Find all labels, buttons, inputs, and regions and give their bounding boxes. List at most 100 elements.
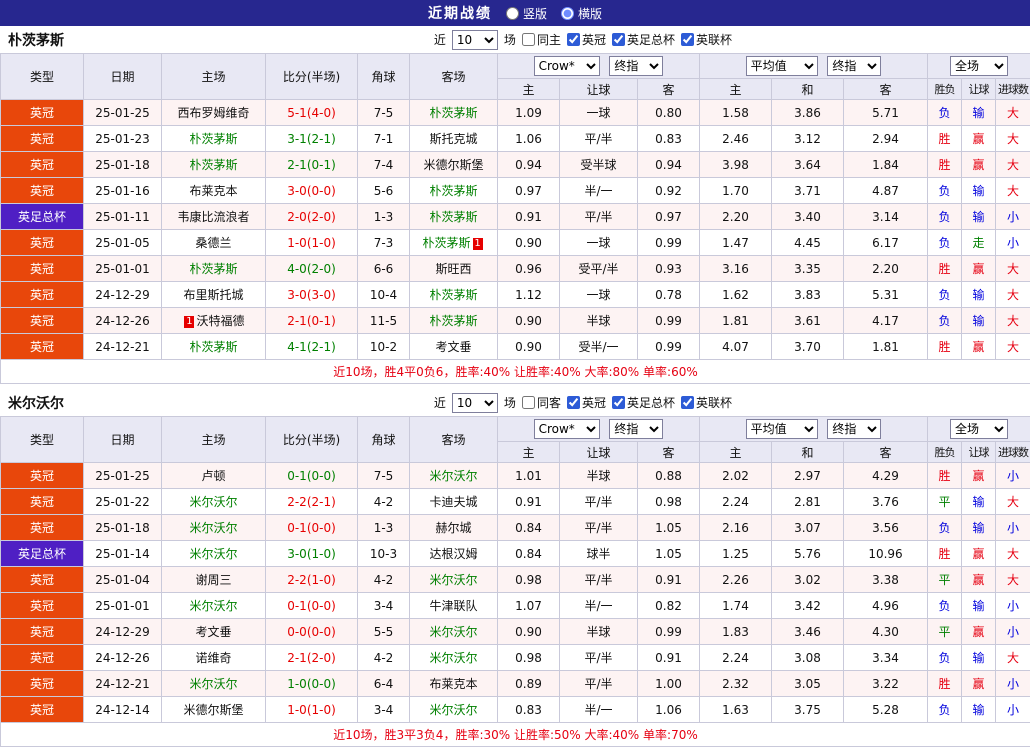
team-name-text: 米尔沃尔: [429, 703, 477, 717]
home-team-cell: 西布罗姆维奇: [162, 100, 266, 126]
comp-filter-facup[interactable]: 英足总杯: [612, 31, 675, 48]
result-wdl: 胜: [928, 126, 962, 152]
team-name-text: 米德尔斯堡: [183, 703, 243, 717]
match-date: 25-01-25: [84, 100, 162, 126]
handicap-odds-header: Crow* 终指: [498, 54, 700, 79]
comp-filter-eflcup[interactable]: 英联杯: [681, 394, 732, 411]
championship-checkbox[interactable]: [567, 33, 580, 46]
competition-type: 英冠: [1, 567, 84, 593]
vertical-layout-radio[interactable]: [506, 7, 519, 20]
results-body: 英冠25-01-25卢顿0-1(0-0)7-5米尔沃尔1.01半球0.882.0…: [1, 463, 1030, 723]
results-table: 类型 日期 主场 比分(半场) 角球 客场 Crow* 终指 平均值 终指: [0, 416, 1030, 747]
average-stage-select[interactable]: 终指: [827, 56, 881, 76]
comp-filter-facup[interactable]: 英足总杯: [612, 394, 675, 411]
match-row: 英冠25-01-18朴茨茅斯2-1(0-1)7-4米德尔斯堡0.94受半球0.9…: [1, 152, 1030, 178]
col-header-away: 客场: [410, 417, 498, 463]
result-goals: 小: [996, 619, 1030, 645]
handicap-away-odds: 0.80: [638, 100, 700, 126]
summary-row: 近10场，胜3平3负4，胜率:30% 让胜率:50% 大率:40% 单率:70%: [1, 723, 1030, 747]
sub-header-goals: 进球数: [996, 79, 1030, 100]
record-summary: 近10场，胜3平3负4，胜率:30% 让胜率:50% 大率:40% 单率:70%: [1, 723, 1030, 747]
average-select[interactable]: 平均值: [746, 419, 818, 439]
filter-controls: 近 10 场 同主 英冠 英足总杯: [434, 30, 732, 50]
match-count-select[interactable]: 10: [452, 393, 498, 413]
match-score: 4-1(2-1): [266, 334, 358, 360]
scope-select[interactable]: 全场: [950, 419, 1008, 439]
result-handicap: 走: [962, 230, 996, 256]
same-venue-filter[interactable]: 同客: [522, 394, 561, 411]
team-section-portsmouth: 朴茨茅斯 近 10 场 同主 英冠 英足总杯: [0, 26, 1030, 384]
results-body: 英冠25-01-25西布罗姆维奇5-1(4-0)7-5朴茨茅斯1.09一球0.8…: [1, 100, 1030, 360]
eflcup-checkbox[interactable]: [681, 33, 694, 46]
match-date: 24-12-29: [84, 282, 162, 308]
handicap-line: 平/半: [560, 671, 638, 697]
team-name-text: 韦康比流浪者: [177, 210, 249, 224]
comp-filter-championship[interactable]: 英冠: [567, 394, 606, 411]
result-handicap: 赢: [962, 126, 996, 152]
eflcup-label: 英联杯: [696, 31, 732, 48]
match-score: 3-0(1-0): [266, 541, 358, 567]
scope-select[interactable]: 全场: [950, 56, 1008, 76]
team-name-text: 达根汉姆: [429, 547, 477, 561]
result-goals: 大: [996, 282, 1030, 308]
sub-header-away-odds: 客: [638, 442, 700, 463]
same-away-checkbox[interactable]: [522, 396, 535, 409]
col-header-corner: 角球: [358, 54, 410, 100]
match-score: 0-0(0-0): [266, 619, 358, 645]
result-wdl: 负: [928, 282, 962, 308]
away-team-cell: 斯托克城: [410, 126, 498, 152]
layout-vertical-option[interactable]: 竖版: [506, 5, 547, 22]
handicap-away-odds: 1.06: [638, 697, 700, 723]
avg-away-odds: 5.31: [844, 282, 928, 308]
team-name-text: 朴茨茅斯: [429, 210, 477, 224]
match-date: 25-01-01: [84, 256, 162, 282]
same-home-checkbox[interactable]: [522, 33, 535, 46]
away-team-cell: 米尔沃尔: [410, 567, 498, 593]
avg-draw-odds: 3.71: [772, 178, 844, 204]
col-header-score: 比分(半场): [266, 54, 358, 100]
home-team-cell: 1沃特福德: [162, 308, 266, 334]
same-venue-label: 同主: [537, 31, 561, 48]
avg-away-odds: 4.87: [844, 178, 928, 204]
home-team-cell: 卢顿: [162, 463, 266, 489]
average-stage-select[interactable]: 终指: [827, 419, 881, 439]
competition-type: 英冠: [1, 126, 84, 152]
match-count-select[interactable]: 10: [452, 30, 498, 50]
match-score: 2-0(2-0): [266, 204, 358, 230]
avg-home-odds: 3.16: [700, 256, 772, 282]
facup-checkbox[interactable]: [612, 33, 625, 46]
average-select[interactable]: 平均值: [746, 56, 818, 76]
section-header: 朴茨茅斯 近 10 场 同主 英冠 英足总杯: [0, 26, 1030, 53]
handicap-stage-select[interactable]: 终指: [609, 56, 663, 76]
layout-horizontal-option[interactable]: 横版: [561, 5, 602, 22]
facup-checkbox[interactable]: [612, 396, 625, 409]
team-name-text: 桑德兰: [195, 236, 231, 250]
handicap-stage-select[interactable]: 终指: [609, 419, 663, 439]
bookmaker-select[interactable]: Crow*: [534, 419, 600, 439]
eflcup-checkbox[interactable]: [681, 396, 694, 409]
avg-draw-odds: 5.76: [772, 541, 844, 567]
avg-away-odds: 1.81: [844, 334, 928, 360]
avg-draw-odds: 3.12: [772, 126, 844, 152]
horizontal-layout-radio[interactable]: [561, 7, 574, 20]
championship-checkbox[interactable]: [567, 396, 580, 409]
avg-draw-odds: 2.81: [772, 489, 844, 515]
sub-header-avg-home: 主: [700, 79, 772, 100]
comp-filter-eflcup[interactable]: 英联杯: [681, 31, 732, 48]
match-score: 2-1(0-1): [266, 152, 358, 178]
away-team-cell: 赫尔城: [410, 515, 498, 541]
match-score: 1-0(1-0): [266, 697, 358, 723]
bookmaker-select[interactable]: Crow*: [534, 56, 600, 76]
home-team-cell: 米尔沃尔: [162, 515, 266, 541]
same-venue-filter[interactable]: 同主: [522, 31, 561, 48]
result-handicap: 输: [962, 697, 996, 723]
result-wdl: 胜: [928, 671, 962, 697]
team-name-text: 朴茨茅斯: [189, 158, 237, 172]
col-header-type: 类型: [1, 54, 84, 100]
sub-header-handicap: 让球: [560, 79, 638, 100]
team-title: 朴茨茅斯: [8, 30, 64, 50]
comp-filter-championship[interactable]: 英冠: [567, 31, 606, 48]
match-row: 英冠25-01-16布莱克本3-0(0-0)5-6朴茨茅斯0.97半/一0.92…: [1, 178, 1030, 204]
avg-draw-odds: 3.07: [772, 515, 844, 541]
match-row: 英冠25-01-01朴茨茅斯4-0(2-0)6-6斯旺西0.96受平/半0.93…: [1, 256, 1030, 282]
